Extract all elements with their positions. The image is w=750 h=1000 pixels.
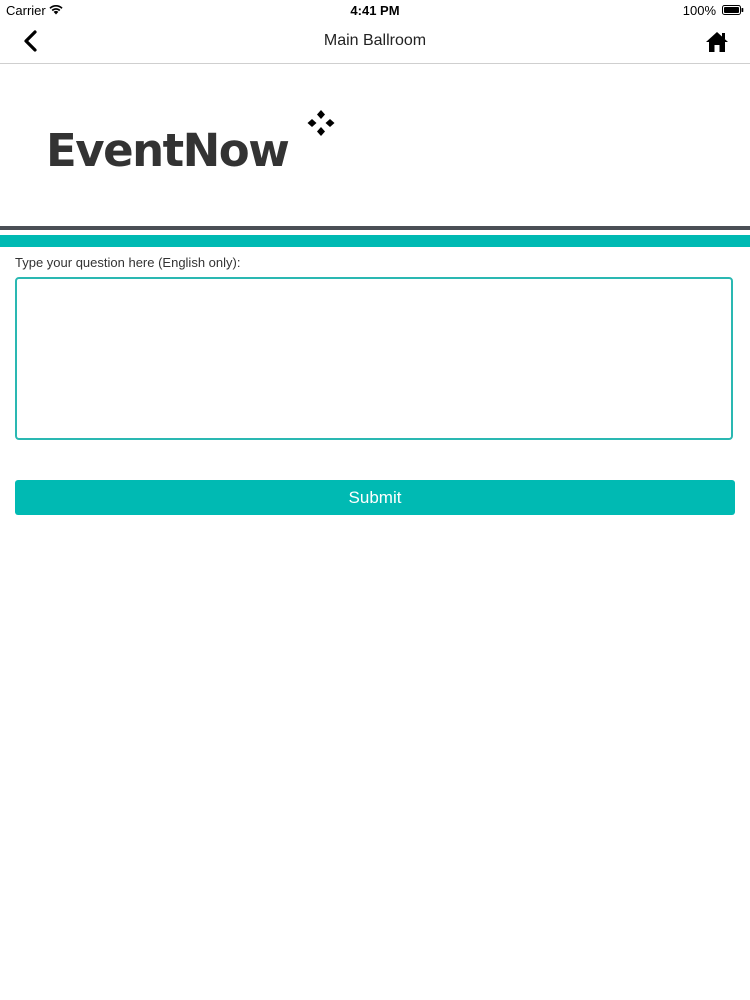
divider-bar-accent bbox=[0, 235, 750, 247]
battery-percent: 100% bbox=[682, 3, 716, 18]
clock-time: 4:41 PM bbox=[350, 3, 400, 18]
eventnow-logo: EventNow bbox=[46, 108, 346, 178]
header-logo-area: EventNow bbox=[0, 64, 750, 226]
question-label: Type your question here (English only): bbox=[15, 255, 241, 270]
question-textarea[interactable] bbox=[15, 277, 733, 440]
navigation-bar: Main Ballroom bbox=[0, 20, 750, 64]
status-bar: Carrier 4:41 PM 100% bbox=[0, 0, 750, 20]
diamond-cluster-icon bbox=[307, 110, 335, 136]
page-title: Main Ballroom bbox=[323, 32, 427, 49]
home-icon[interactable] bbox=[704, 29, 730, 55]
battery-icon bbox=[722, 5, 744, 15]
divider-bar-dark bbox=[0, 226, 750, 230]
submit-button[interactable]: Submit bbox=[15, 480, 735, 515]
logo-text: EventNow bbox=[46, 124, 290, 177]
